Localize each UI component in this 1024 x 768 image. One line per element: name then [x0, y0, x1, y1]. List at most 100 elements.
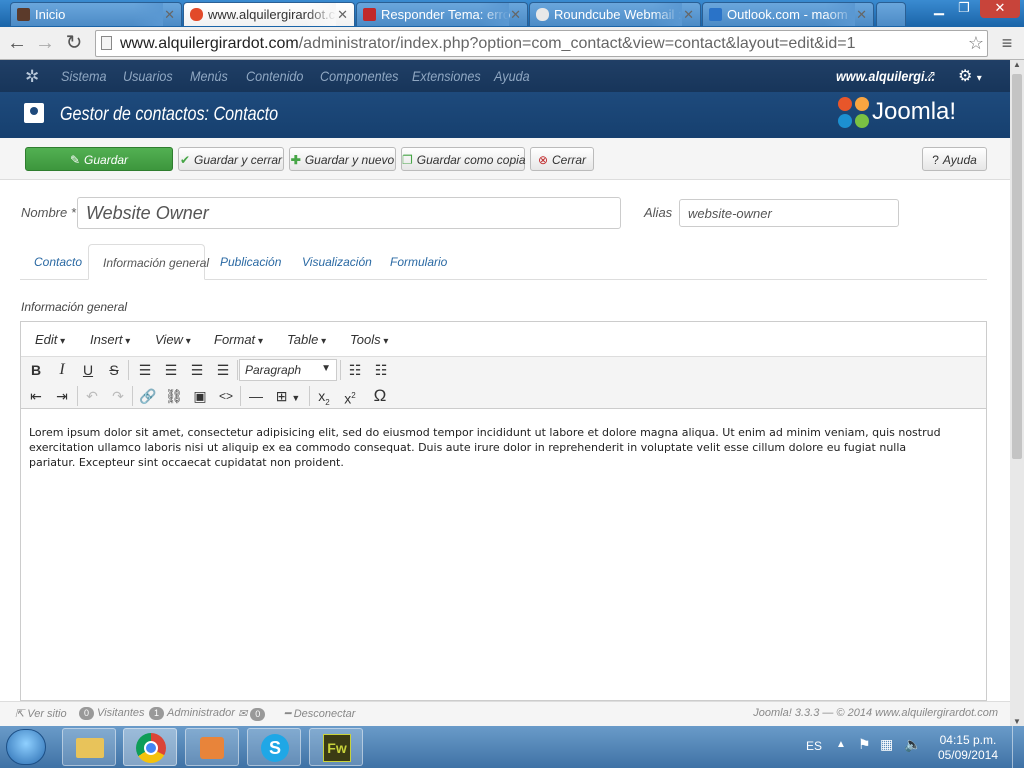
align-justify-icon[interactable]: ☰	[211, 359, 235, 381]
indent-icon[interactable]: ⇥	[50, 385, 74, 407]
strikethrough-icon[interactable]: S	[102, 359, 126, 381]
align-center-icon[interactable]: ☰	[159, 359, 183, 381]
tab-visualizacion[interactable]: Visualización	[288, 244, 386, 280]
tab-roundcube[interactable]: Roundcube Webmail : ✕	[529, 2, 701, 26]
tab-publicacion[interactable]: Publicación	[206, 244, 295, 280]
joomla-brand-icon	[838, 97, 872, 131]
skype-taskbar-icon[interactable]: S	[247, 728, 301, 766]
flag-icon[interactable]: ⚑	[858, 736, 871, 753]
tab-alquilergirardot[interactable]: www.alquilergirardot.c ✕	[183, 2, 355, 26]
tab-outlook[interactable]: Outlook.com - maom ✕	[702, 2, 874, 26]
outdent-icon[interactable]: ⇤	[24, 385, 48, 407]
menu-componentes[interactable]: Componentes	[320, 68, 398, 84]
system-clock[interactable]: 04:15 p.m. 05/09/2014	[938, 733, 998, 763]
close-tab-icon[interactable]: ✕	[856, 7, 867, 23]
joomla-logo-icon[interactable]: ✲	[25, 67, 39, 87]
tab-informacion-general[interactable]: Información general	[88, 244, 209, 280]
back-icon[interactable]: ←	[6, 33, 28, 55]
messages-status[interactable]: ✉ 0	[238, 707, 268, 721]
subscript-icon[interactable]: x2	[312, 385, 336, 407]
bullet-list-icon[interactable]: ☷	[343, 359, 367, 381]
joomla-icon	[190, 8, 203, 21]
alias-field[interactable]: website-owner	[679, 199, 899, 227]
editor-content[interactable]: Lorem ipsum dolor sit amet, consectetur …	[29, 425, 949, 470]
numbered-list-icon[interactable]: ☷	[369, 359, 393, 381]
format-select[interactable]: Paragraph ▼	[239, 359, 337, 381]
status-bar: ⇱ Ver sitio 0 Visitantes 1 Administrador ✉…	[0, 701, 1010, 726]
menu-usuarios[interactable]: Usuarios	[123, 68, 173, 84]
site-link[interactable]: www.alquilergi...	[836, 68, 935, 84]
editor-menu-insert[interactable]: Insert	[90, 332, 130, 347]
logout-link[interactable]: ━ Desconectar	[284, 707, 355, 720]
close-tab-icon[interactable]: ✕	[510, 7, 521, 23]
save-new-button[interactable]: ✚ Guardar y nuevo	[289, 147, 396, 171]
show-desktop-button[interactable]	[1012, 726, 1024, 768]
editor-menubar: Edit Insert View Format Table Tools	[21, 322, 986, 357]
new-tab-button[interactable]	[876, 2, 906, 26]
align-left-icon[interactable]: ☰	[133, 359, 157, 381]
gear-icon[interactable]: ⚙ ▾	[958, 66, 982, 86]
image-icon[interactable]: ▣	[188, 385, 212, 407]
editor-menu-table[interactable]: Table	[287, 332, 326, 347]
tab-formulario[interactable]: Formulario	[376, 244, 461, 280]
italic-icon[interactable]: I	[50, 359, 74, 381]
scroll-down-icon[interactable]: ▼	[1013, 717, 1021, 726]
reload-icon[interactable]: ↻	[63, 33, 85, 55]
name-field[interactable]: Website Owner	[77, 197, 621, 229]
editor-menu-edit[interactable]: Edit	[35, 332, 65, 347]
language-indicator[interactable]: ES	[806, 739, 822, 753]
link-icon[interactable]: 🔗	[136, 385, 160, 407]
menu-contenido[interactable]: Contenido	[246, 68, 303, 84]
explorer-taskbar-icon[interactable]	[62, 728, 116, 766]
scroll-thumb[interactable]	[1012, 74, 1022, 459]
editor-menu-format[interactable]: Format	[214, 332, 263, 347]
chrome-taskbar-icon[interactable]	[123, 728, 177, 766]
special-char-icon[interactable]: Ω	[368, 385, 392, 407]
tab-contacto[interactable]: Contacto	[20, 244, 96, 280]
save-close-button[interactable]: ✔ Guardar y cerrar	[178, 147, 284, 171]
menu-extensiones[interactable]: Extensiones	[412, 68, 481, 84]
editor-menu-tools[interactable]: Tools	[350, 332, 388, 347]
scroll-up-icon[interactable]: ▲	[1013, 60, 1021, 69]
chrome-menu-icon[interactable]: ≡	[996, 33, 1018, 55]
start-button[interactable]	[6, 729, 46, 765]
close-tab-icon[interactable]: ✕	[683, 7, 694, 23]
bookmark-star-icon[interactable]: ☆	[968, 33, 984, 54]
close-button[interactable]: ⊗ Cerrar	[530, 147, 594, 171]
underline-icon[interactable]: U	[76, 359, 100, 381]
editor-toolbar-row-2: ⇤ ⇥ ↶ ↷ 🔗 ⛓ ▣ <> — ⊞ ▼ x2 x2 Ω	[21, 383, 986, 409]
volume-icon[interactable]: 🔈	[904, 736, 921, 753]
horizontal-rule-icon[interactable]: —	[244, 385, 268, 407]
unlink-icon[interactable]: ⛓	[162, 385, 186, 407]
menu-ayuda[interactable]: Ayuda	[494, 68, 530, 84]
undo-icon[interactable]: ↶	[80, 385, 104, 407]
close-tab-icon[interactable]: ✕	[164, 7, 175, 23]
tab-responder-tema[interactable]: Responder Tema: erro ✕	[356, 2, 528, 26]
tray-expand-icon[interactable]: ▲	[836, 739, 846, 750]
address-bar[interactable]: www.alquilergirardot.com/administrator/i…	[95, 30, 988, 57]
editor-menu-view[interactable]: View	[155, 332, 191, 347]
fireworks-taskbar-icon[interactable]: Fw	[309, 728, 363, 766]
version-text: Joomla! 3.3.3 — © 2014 www.alquilergirar…	[753, 707, 998, 719]
table-icon[interactable]: ⊞ ▼	[270, 385, 306, 407]
view-site-link[interactable]: ⇱ Ver sitio	[15, 707, 67, 720]
restore-icon[interactable]: ❐	[953, 0, 975, 18]
save-copy-button[interactable]: ❐ Guardar como copia	[401, 147, 526, 171]
close-tab-icon[interactable]: ✕	[337, 7, 348, 23]
tab-inicio[interactable]: Inicio ✕	[10, 2, 182, 26]
help-button[interactable]: ? Ayuda	[922, 147, 987, 171]
forward-icon[interactable]: →	[34, 33, 56, 55]
redo-icon[interactable]: ↷	[106, 385, 130, 407]
close-window-icon[interactable]: ✕	[980, 0, 1020, 18]
network-icon[interactable]: ▦	[880, 736, 893, 753]
save-button[interactable]: ✎ Guardar	[25, 147, 173, 171]
minimize-icon[interactable]: ▁	[928, 0, 950, 18]
media-player-taskbar-icon[interactable]	[185, 728, 239, 766]
menu-menus[interactable]: Menús	[190, 68, 228, 84]
menu-sistema[interactable]: Sistema	[61, 68, 107, 84]
superscript-icon[interactable]: x2	[338, 385, 362, 407]
align-right-icon[interactable]: ☰	[185, 359, 209, 381]
bold-icon[interactable]: B	[24, 359, 48, 381]
code-icon[interactable]: <>	[214, 385, 238, 407]
page-scrollbar[interactable]: ▲ ▼	[1010, 60, 1024, 726]
